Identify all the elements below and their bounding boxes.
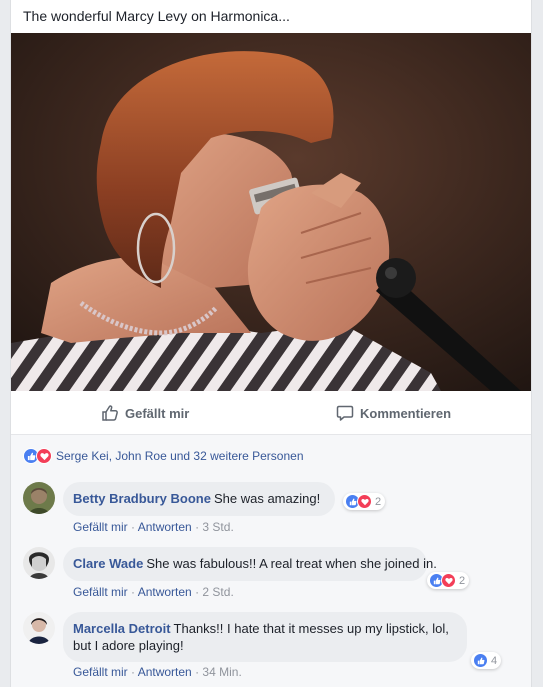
performer-with-harmonica-photo [11, 33, 531, 391]
reactions-summary-text: Serge Kei, John Roe und 32 weitere Perso… [56, 449, 304, 463]
like-icon [473, 653, 488, 668]
comment-like-link[interactable]: Gefällt mir [73, 520, 128, 534]
comment-bubble: Clare Wade She was fabulous!! A real trea… [63, 547, 437, 581]
reactions-summary[interactable]: Serge Kei, John Roe und 32 weitere Perso… [23, 448, 304, 464]
comment-reply-link[interactable]: Antworten [138, 585, 192, 599]
avatar[interactable] [23, 482, 55, 514]
comment-author[interactable]: Marcella Detroit [73, 621, 171, 636]
speech-bubble-icon [336, 404, 354, 422]
reaction-count-number: 2 [459, 574, 466, 587]
post-actions-bar: Gefällt mir Kommentieren [11, 391, 531, 435]
comments-section: Serge Kei, John Roe und 32 weitere Perso… [11, 435, 531, 687]
like-button-label: Gefällt mir [125, 405, 190, 421]
comment-reaction-count[interactable]: 4 [471, 652, 502, 669]
reaction-count-number: 2 [375, 495, 382, 508]
love-icon [36, 448, 52, 464]
avatar[interactable] [23, 547, 55, 579]
comment-bubble: Marcella Detroit Thanks!! I hate that it … [63, 612, 467, 662]
comment-author[interactable]: Clare Wade [73, 556, 143, 571]
avatar[interactable] [23, 612, 55, 644]
comment-reply-link[interactable]: Antworten [138, 520, 192, 534]
post-photo[interactable] [11, 33, 531, 391]
like-button[interactable]: Gefällt mir [101, 401, 189, 425]
comment-bubble: Betty Bradbury Boone She was amazing! [63, 482, 335, 516]
comment-button-label: Kommentieren [360, 405, 452, 421]
love-icon [441, 573, 456, 588]
comment-meta: Gefällt mir · Antworten · 3 Std. [73, 520, 234, 534]
love-icon [357, 494, 372, 509]
comment-timestamp[interactable]: 34 Min. [202, 665, 241, 679]
comment-reaction-count[interactable]: 2 [427, 572, 470, 589]
comment-reaction-count[interactable]: 2 [343, 493, 386, 510]
comment-like-link[interactable]: Gefällt mir [73, 665, 128, 679]
comment-text: She was amazing! [213, 491, 321, 506]
post-card: The wonderful Marcy Levy on Harmonica... [10, 0, 532, 687]
comment-timestamp[interactable]: 3 Std. [202, 520, 233, 534]
comment-meta: Gefällt mir · Antworten · 2 Std. [73, 585, 234, 599]
reaction-count-number: 4 [491, 654, 498, 667]
comment-meta: Gefällt mir · Antworten · 34 Min. [73, 665, 242, 679]
comment-button[interactable]: Kommentieren [336, 401, 451, 425]
post-text: The wonderful Marcy Levy on Harmonica... [23, 8, 290, 24]
comment-timestamp[interactable]: 2 Std. [202, 585, 233, 599]
comment-reply-link[interactable]: Antworten [138, 665, 192, 679]
comment-like-link[interactable]: Gefällt mir [73, 585, 128, 599]
comment-author[interactable]: Betty Bradbury Boone [73, 491, 211, 506]
comment-text: She was fabulous!! A real treat when she… [146, 556, 437, 571]
thumbs-up-icon [101, 404, 119, 422]
